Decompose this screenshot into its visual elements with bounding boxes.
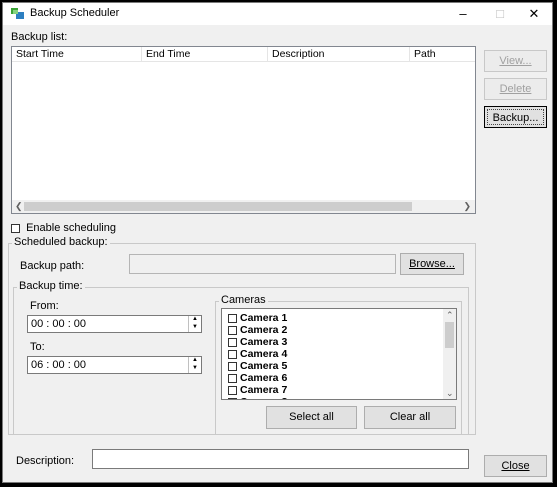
camera-item[interactable]: Camera 2 [222,324,456,336]
spin-down-icon[interactable]: ▼ [189,365,201,373]
view-button-label: View... [499,55,532,67]
checkbox-icon[interactable] [228,373,237,383]
column-path[interactable]: Path [410,47,475,61]
horizontal-scrollbar[interactable]: ❮ ❯ [12,200,475,213]
scroll-up-icon[interactable]: ⌃ [446,310,454,321]
camera-item[interactable]: Camera 5 [222,360,456,372]
spin-up-icon[interactable]: ▲ [189,357,201,365]
close-window-button[interactable]: ✕ [514,3,554,25]
camera-item[interactable]: Camera 7 [222,384,456,396]
select-all-button[interactable]: Select all [266,406,357,429]
close-button-label: Close [501,460,530,472]
enable-scheduling-checkbox[interactable]: Enable scheduling [11,222,116,234]
spin-up-icon[interactable]: ▲ [189,316,201,324]
browse-button[interactable]: Browse... [400,253,464,275]
description-field[interactable] [92,449,469,469]
enable-scheduling-label: Enable scheduling [26,222,116,234]
column-start-time[interactable]: Start Time [12,47,142,61]
backup-time-label: Backup time: [17,280,85,292]
to-time-field[interactable]: 06 : 00 : 00 ▲ ▼ [27,356,202,374]
camera-item-label: Camera 2 [240,324,288,336]
window-title: Backup Scheduler [30,7,120,19]
checkbox-icon[interactable] [228,337,237,347]
close-button[interactable]: Close [484,455,547,477]
checkbox-icon[interactable] [228,325,237,335]
backup-button[interactable]: Backup... [484,106,547,128]
scroll-thumb[interactable] [24,202,412,211]
camera-item-label: Camera 8 [240,396,287,399]
backup-list-header: Start Time End Time Description Path [12,47,475,62]
from-time-field[interactable]: 00 : 00 : 00 ▲ ▼ [27,315,202,333]
select-all-label: Select all [289,411,334,423]
delete-button[interactable]: Delete [484,78,547,100]
from-label: From: [30,300,59,312]
checkbox-icon[interactable] [228,349,237,359]
delete-button-label: Delete [499,83,532,95]
checkbox-icon[interactable] [228,397,237,399]
checkbox-icon[interactable] [228,385,237,395]
browse-button-label: Browse... [409,258,455,270]
clear-all-button[interactable]: Clear all [364,406,456,429]
to-time-value: 06 : 00 : 00 [31,359,87,371]
clear-all-label: Clear all [389,411,431,423]
backup-path-field[interactable] [129,254,396,274]
description-label: Description: [16,455,75,467]
checkbox-icon[interactable] [11,223,20,233]
column-description[interactable]: Description [268,47,410,61]
camera-item[interactable]: Camera 1 [222,312,456,324]
from-time-spinner[interactable]: ▲ ▼ [188,316,201,332]
checkbox-icon[interactable] [228,313,237,323]
app-icon [11,8,24,19]
camera-item[interactable]: Camera 8 [222,396,456,399]
camera-list-scrollbar[interactable]: ⌃ ⌄ [443,309,456,399]
camera-item-label: Camera 5 [240,360,288,372]
scroll-down-icon[interactable]: ⌄ [446,388,454,399]
camera-item-label: Camera 3 [240,336,288,348]
backup-scheduler-window: Backup Scheduler – □ ✕ Backup list: Star… [2,2,553,483]
camera-item-label: Camera 4 [240,348,288,360]
from-time-value: 00 : 00 : 00 [31,318,87,330]
camera-item[interactable]: Camera 6 [222,372,456,384]
to-time-spinner[interactable]: ▲ ▼ [188,357,201,373]
scroll-thumb[interactable] [445,322,454,348]
spin-down-icon[interactable]: ▼ [189,324,201,332]
checkbox-icon[interactable] [228,361,237,371]
column-end-time[interactable]: End Time [142,47,268,61]
backup-path-label: Backup path: [20,260,85,272]
scroll-left-icon[interactable]: ❮ [15,201,23,212]
scroll-right-icon[interactable]: ❯ [463,201,471,212]
camera-item[interactable]: Camera 4 [222,348,456,360]
backup-list[interactable]: Start Time End Time Description Path ❮ ❯ [11,46,476,214]
scheduled-backup-label: Scheduled backup: [12,236,110,248]
backup-list-label: Backup list: [11,31,68,43]
camera-item[interactable]: Camera 3 [222,336,456,348]
camera-item-label: Camera 6 [240,372,288,384]
camera-item-label: Camera 7 [240,384,288,396]
to-label: To: [30,341,45,353]
cameras-label: Cameras [219,294,268,306]
camera-item-label: Camera 1 [240,312,288,324]
view-button[interactable]: View... [484,50,547,72]
title-bar[interactable]: Backup Scheduler – □ ✕ [3,3,552,25]
camera-list[interactable]: Camera 1 Camera 2 Camera 3 Camera 4 Camera 5… [221,308,457,400]
minimize-button[interactable]: – [443,3,483,25]
backup-button-label: Backup... [492,112,539,124]
